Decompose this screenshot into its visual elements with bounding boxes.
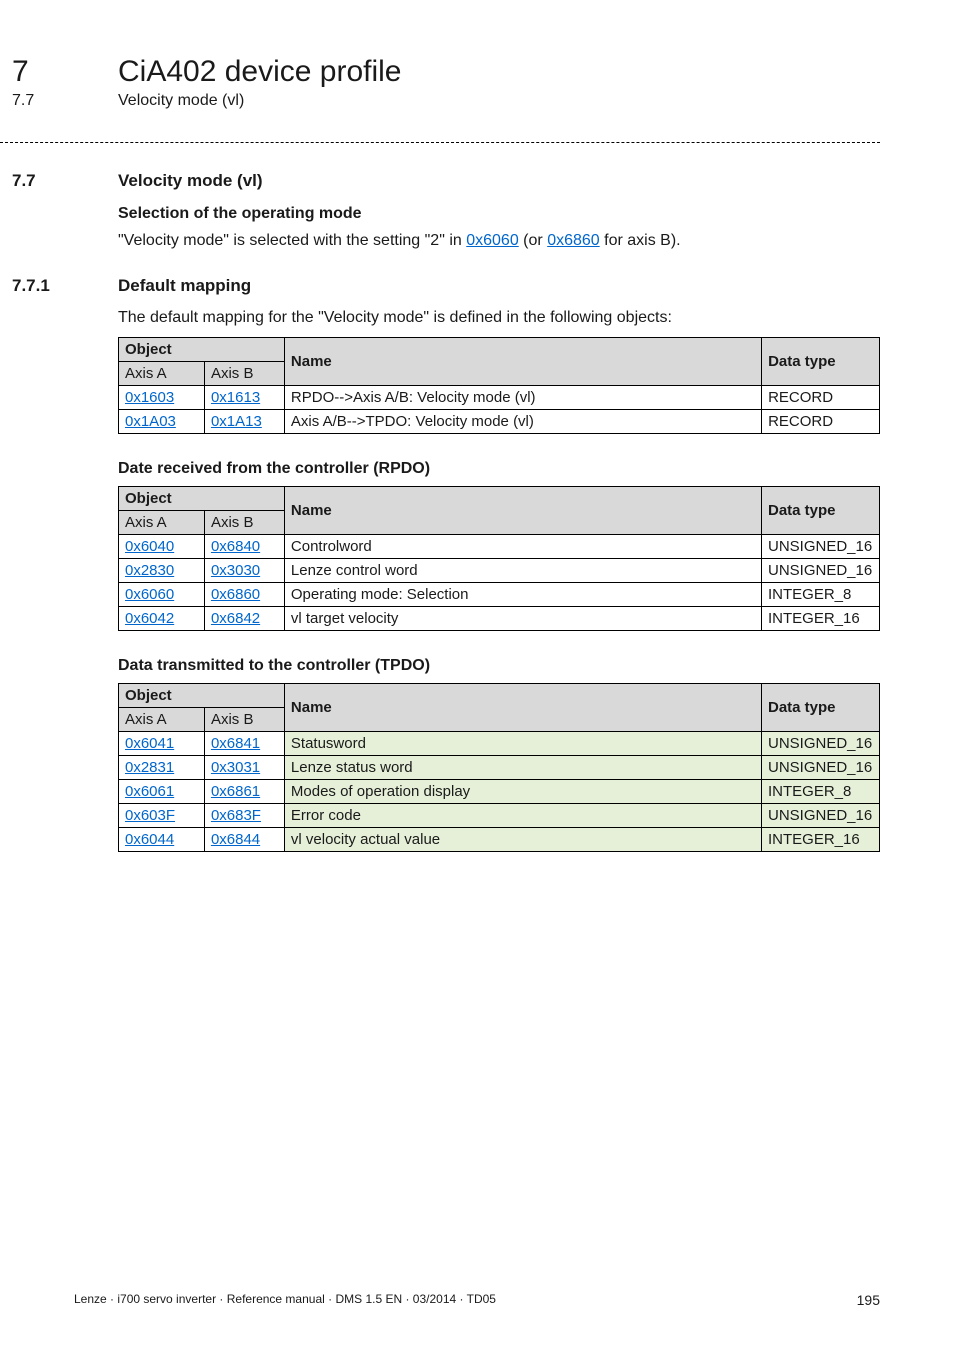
cell-type: RECORD (762, 386, 880, 410)
link-object[interactable]: 0x6040 (125, 538, 174, 555)
page-footer: Lenze · i700 servo inverter · Reference … (74, 1292, 880, 1308)
cell-name: Modes of operation display (284, 780, 761, 804)
link-object[interactable]: 0x603F (125, 807, 175, 824)
footer-page-number: 195 (857, 1292, 880, 1308)
th-datatype: Data type (762, 338, 880, 386)
th-axis-a: Axis A (119, 511, 205, 535)
link-object[interactable]: 0x2831 (125, 759, 174, 776)
default-mapping-table: Object Name Data type Axis A Axis B 0x16… (118, 337, 880, 434)
link-object[interactable]: 0x3030 (211, 562, 260, 579)
link-object[interactable]: 0x6044 (125, 831, 174, 848)
th-axis-b: Axis B (204, 511, 284, 535)
table-row: 0x6061 0x6861 Modes of operation display… (119, 780, 880, 804)
th-object: Object (119, 684, 285, 708)
cell-name: Error code (284, 804, 761, 828)
section-title: Velocity mode (vl) (118, 171, 263, 191)
link-object[interactable]: 0x1603 (125, 389, 174, 406)
section-title-7-7-1: Default mapping (118, 276, 251, 296)
cell-name: Lenze control word (284, 559, 761, 583)
chapter-number: 7 (0, 55, 29, 88)
link-object[interactable]: 0x6844 (211, 831, 260, 848)
section-number-7-7-1: 7.7.1 (0, 276, 50, 295)
link-object[interactable]: 0x6860 (211, 586, 260, 603)
link-object[interactable]: 0x3031 (211, 759, 260, 776)
th-name: Name (284, 487, 761, 535)
table-row: 0x6042 0x6842 vl target velocity INTEGER… (119, 607, 880, 631)
cell-type: INTEGER_16 (761, 828, 879, 852)
link-object[interactable]: 0x1A13 (211, 413, 262, 430)
footer-left: Lenze · i700 servo inverter · Reference … (74, 1292, 496, 1308)
cell-name: Lenze status word (284, 756, 761, 780)
default-mapping-intro: The default mapping for the "Velocity mo… (118, 306, 880, 329)
cell-name: Operating mode: Selection (284, 583, 761, 607)
cell-type: INTEGER_16 (761, 607, 879, 631)
section-number: 7.7 (0, 171, 36, 190)
cell-name: RPDO-->Axis A/B: Velocity mode (vl) (284, 386, 761, 410)
link-object[interactable]: 0x1613 (211, 389, 260, 406)
table-row: 0x6044 0x6844 vl velocity actual value I… (119, 828, 880, 852)
link-object[interactable]: 0x6060 (125, 586, 174, 603)
cell-name: vl target velocity (284, 607, 761, 631)
th-name: Name (284, 684, 761, 732)
table-row: 0x6040 0x6840 Controlword UNSIGNED_16 (119, 535, 880, 559)
cell-type: UNSIGNED_16 (761, 804, 879, 828)
th-axis-b: Axis B (204, 362, 284, 386)
cell-type: UNSIGNED_16 (761, 732, 879, 756)
th-object: Object (119, 487, 285, 511)
th-name: Name (284, 338, 761, 386)
link-object[interactable]: 0x6840 (211, 538, 260, 555)
link-object[interactable]: 0x2830 (125, 562, 174, 579)
link-object[interactable]: 0x6061 (125, 783, 174, 800)
table-row: 0x603F 0x683F Error code UNSIGNED_16 (119, 804, 880, 828)
link-object[interactable]: 0x6042 (125, 610, 174, 627)
cell-type: INTEGER_8 (761, 780, 879, 804)
table-row: 0x2831 0x3031 Lenze status word UNSIGNED… (119, 756, 880, 780)
th-axis-b: Axis B (204, 708, 284, 732)
link-0x6060[interactable]: 0x6060 (466, 232, 519, 249)
table-row: 0x6060 0x6860 Operating mode: Selection … (119, 583, 880, 607)
selection-text: "Velocity mode" is selected with the set… (118, 229, 880, 252)
cell-name: Controlword (284, 535, 761, 559)
table-row: 0x1603 0x1613 RPDO-->Axis A/B: Velocity … (119, 386, 880, 410)
sub-title: Velocity mode (vl) (118, 92, 244, 110)
link-0x6860[interactable]: 0x6860 (547, 232, 600, 249)
cell-type: UNSIGNED_16 (761, 559, 879, 583)
link-object[interactable]: 0x683F (211, 807, 261, 824)
th-datatype: Data type (761, 684, 879, 732)
cell-type: RECORD (762, 410, 880, 434)
rpdo-heading: Date received from the controller (RPDO) (118, 460, 880, 478)
th-datatype: Data type (761, 487, 879, 535)
table-row: 0x6041 0x6841 Statusword UNSIGNED_16 (119, 732, 880, 756)
sub-number: 7.7 (0, 92, 34, 109)
table-row: 0x1A03 0x1A13 Axis A/B-->TPDO: Velocity … (119, 410, 880, 434)
th-axis-a: Axis A (119, 708, 205, 732)
link-object[interactable]: 0x6861 (211, 783, 260, 800)
tpdo-table: Object Name Data type Axis A Axis B 0x60… (118, 683, 880, 852)
th-axis-a: Axis A (119, 362, 205, 386)
tpdo-heading: Data transmitted to the controller (TPDO… (118, 657, 880, 675)
cell-type: UNSIGNED_16 (761, 535, 879, 559)
rpdo-table: Object Name Data type Axis A Axis B 0x60… (118, 486, 880, 631)
cell-name: Statusword (284, 732, 761, 756)
cell-type: UNSIGNED_16 (761, 756, 879, 780)
cell-type: INTEGER_8 (761, 583, 879, 607)
table-row: 0x2830 0x3030 Lenze control word UNSIGNE… (119, 559, 880, 583)
th-object: Object (119, 338, 285, 362)
link-object[interactable]: 0x6841 (211, 735, 260, 752)
selection-heading: Selection of the operating mode (118, 205, 880, 223)
link-object[interactable]: 0x1A03 (125, 413, 176, 430)
link-object[interactable]: 0x6041 (125, 735, 174, 752)
separator-dashed (0, 142, 880, 143)
cell-name: Axis A/B-->TPDO: Velocity mode (vl) (284, 410, 761, 434)
link-object[interactable]: 0x6842 (211, 610, 260, 627)
chapter-title: CiA402 device profile (118, 54, 402, 90)
cell-name: vl velocity actual value (284, 828, 761, 852)
